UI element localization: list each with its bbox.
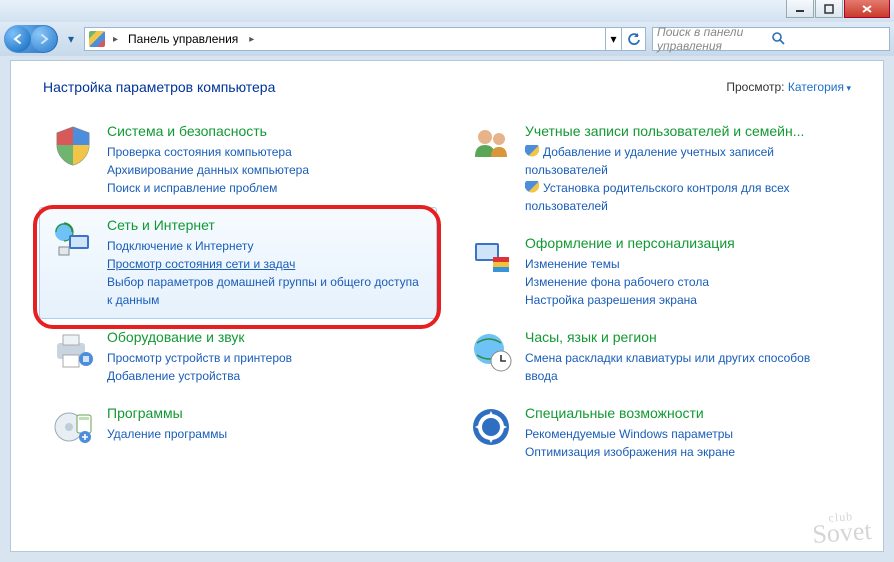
link-screen-resolution[interactable]: Настройка разрешения экрана: [525, 291, 843, 309]
category-title[interactable]: Программы: [107, 405, 425, 421]
search-box[interactable]: Поиск в панели управления: [652, 27, 890, 51]
link-homegroup[interactable]: Выбор параметров домашней группы и общег…: [107, 273, 425, 309]
category-ease-of-access[interactable]: Специальные возможности Рекомендуемые Wi…: [457, 395, 855, 471]
link-add-device[interactable]: Добавление устройства: [107, 367, 425, 385]
ease-of-access-icon: [469, 405, 513, 449]
link-connect-internet[interactable]: Подключение к Интернету: [107, 237, 425, 255]
category-title[interactable]: Специальные возможности: [525, 405, 843, 421]
view-label: Просмотр:: [726, 80, 784, 94]
minimize-button[interactable]: [786, 0, 814, 18]
close-button[interactable]: [844, 0, 890, 18]
category-network-internet[interactable]: Сеть и Интернет Подключение к Интернету …: [39, 207, 437, 319]
appearance-icon: [469, 235, 513, 279]
navigation-bar: ▾ ▸ Панель управления ▸ ▾ Поиск в панели…: [0, 22, 894, 56]
category-title[interactable]: Часы, язык и регион: [525, 329, 843, 345]
nav-buttons: [4, 25, 58, 53]
printer-icon: [51, 329, 95, 373]
category-clock-language-region[interactable]: Часы, язык и регион Смена раскладки клав…: [457, 319, 855, 395]
link-uninstall[interactable]: Удаление программы: [107, 425, 425, 443]
link-change-theme[interactable]: Изменение темы: [525, 255, 843, 273]
shield-icon: [51, 123, 95, 167]
link-add-remove-accounts[interactable]: Добавление и удаление учетных записей по…: [525, 143, 843, 179]
watermark: club Sovet: [811, 511, 872, 545]
category-hardware-sound[interactable]: Оборудование и звук Просмотр устройств и…: [39, 319, 437, 395]
maximize-button[interactable]: [815, 0, 843, 18]
view-mode-dropdown[interactable]: Категория: [788, 80, 851, 94]
link-parental-controls[interactable]: Установка родительского контроля для все…: [525, 179, 843, 215]
chevron-right-icon[interactable]: ▸: [245, 34, 258, 45]
chevron-right-icon: ▸: [109, 34, 122, 45]
category-programs[interactable]: Программы Удаление программы: [39, 395, 437, 459]
category-user-accounts[interactable]: Учетные записи пользователей и семейн...…: [457, 113, 855, 225]
category-appearance[interactable]: Оформление и персонализация Изменение те…: [457, 225, 855, 319]
breadcrumb-root[interactable]: Панель управления: [122, 28, 245, 50]
content-panel: Настройка параметров компьютера Просмотр…: [10, 60, 884, 552]
clock-globe-icon: [469, 329, 513, 373]
category-title[interactable]: Оформление и персонализация: [525, 235, 843, 251]
category-system-security[interactable]: Система и безопасность Проверка состояни…: [39, 113, 437, 207]
link-change-wallpaper[interactable]: Изменение фона рабочего стола: [525, 273, 843, 291]
address-bar[interactable]: ▸ Панель управления ▸ ▾: [84, 27, 646, 51]
link-keyboard-layout[interactable]: Смена раскладки клавиатуры или других сп…: [525, 349, 843, 385]
link-check-status[interactable]: Проверка состояния компьютера: [107, 143, 425, 161]
left-column: Система и безопасность Проверка состояни…: [39, 113, 437, 471]
category-title[interactable]: Система и безопасность: [107, 123, 425, 139]
link-network-status[interactable]: Просмотр состояния сети и задач: [107, 255, 425, 273]
category-title[interactable]: Учетные записи пользователей и семейн...: [525, 123, 843, 139]
programs-icon: [51, 405, 95, 449]
network-icon: [51, 217, 95, 261]
forward-button[interactable]: [31, 26, 57, 52]
nav-recent-menu[interactable]: ▾: [64, 29, 78, 49]
search-placeholder: Поиск в панели управления: [657, 25, 771, 53]
category-title[interactable]: Оборудование и звук: [107, 329, 425, 345]
category-title[interactable]: Сеть и Интернет: [107, 217, 425, 233]
address-dropdown-button[interactable]: ▾: [605, 28, 621, 50]
view-selector: Просмотр: Категория: [726, 80, 851, 94]
right-column: Учетные записи пользователей и семейн...…: [457, 113, 855, 471]
link-troubleshoot[interactable]: Поиск и исправление проблем: [107, 179, 425, 197]
page-title: Настройка параметров компьютера: [43, 79, 275, 95]
refresh-button[interactable]: [621, 28, 645, 50]
link-recommended-settings[interactable]: Рекомендуемые Windows параметры: [525, 425, 843, 443]
users-icon: [469, 123, 513, 167]
link-devices-printers[interactable]: Просмотр устройств и принтеров: [107, 349, 425, 367]
link-backup[interactable]: Архивирование данных компьютера: [107, 161, 425, 179]
window-titlebar: [0, 0, 894, 22]
back-button[interactable]: [5, 26, 31, 52]
control-panel-icon: [89, 31, 105, 47]
link-optimize-display[interactable]: Оптимизация изображения на экране: [525, 443, 843, 461]
search-icon[interactable]: [771, 31, 885, 48]
